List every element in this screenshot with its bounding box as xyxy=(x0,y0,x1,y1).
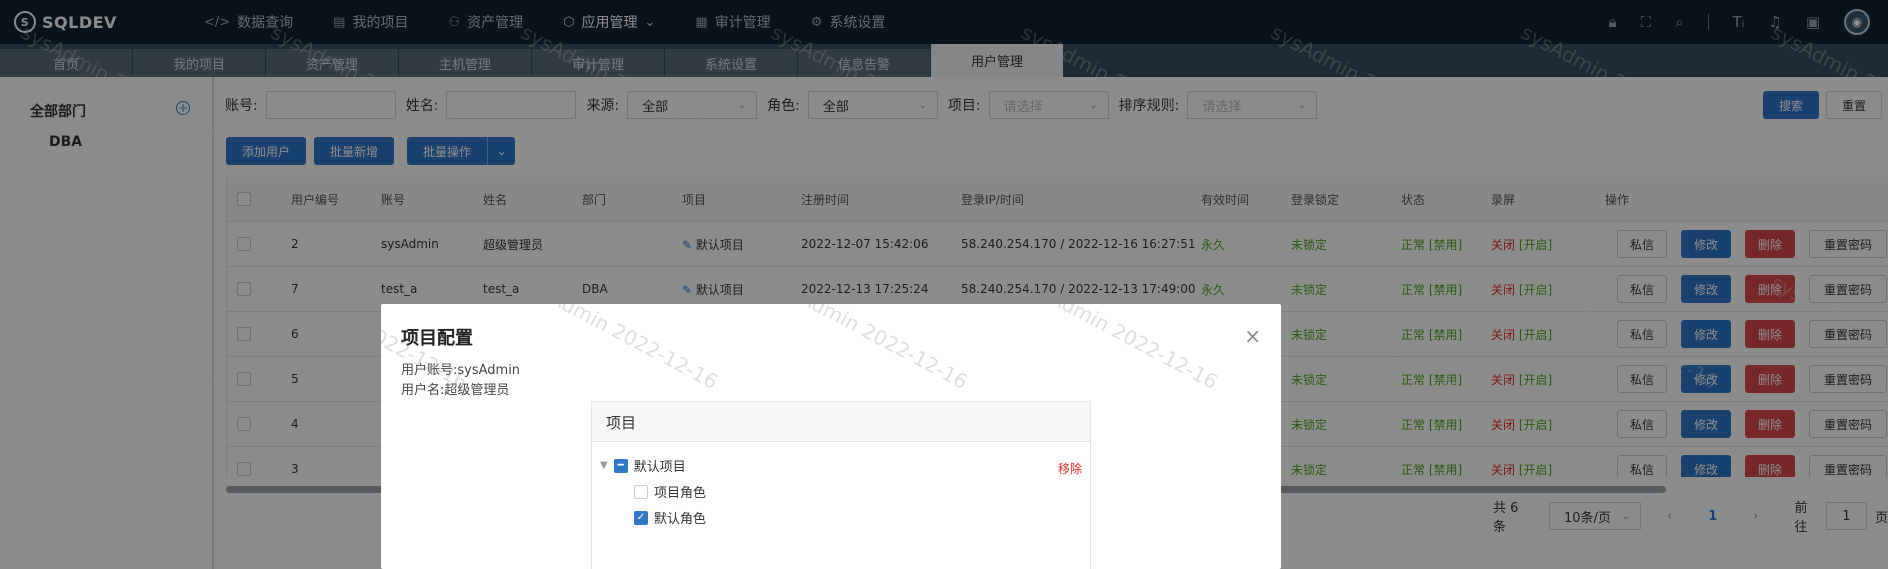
project-checkbox-indeterminate[interactable]: ━ xyxy=(613,458,628,473)
role-checkbox-checked[interactable]: ✓ xyxy=(634,510,648,525)
project-panel: 项目 ▼ ━ 默认项目 移除 项目角色 ✓ 默认角色 xyxy=(591,401,1091,569)
project-config-dialog: 项目配置 × 用户账号:sysAdmin 用户名:超级管理员 项目 ▼ ━ 默认… xyxy=(381,304,1281,569)
tree-node-label: 默认角色 xyxy=(654,512,707,527)
caret-down-icon[interactable]: ▼ xyxy=(600,460,608,471)
role-checkbox[interactable] xyxy=(634,484,648,499)
tree-node-label: 项目角色 xyxy=(654,486,707,501)
dialog-title: 项目配置 xyxy=(401,328,473,349)
remove-project-link[interactable]: 移除 xyxy=(1058,460,1082,477)
tree-node-label: 默认项目 xyxy=(633,460,686,475)
project-panel-title: 项目 xyxy=(592,402,1090,442)
dialog-account: 用户账号:sysAdmin xyxy=(401,363,521,378)
close-icon[interactable]: × xyxy=(1244,324,1261,348)
dialog-username: 用户名:超级管理员 xyxy=(401,383,510,398)
tree-node-project-role[interactable]: 项目角色 xyxy=(634,482,706,501)
tree-node-default-project[interactable]: ▼ ━ 默认项目 xyxy=(600,456,686,475)
tree-node-default-role[interactable]: ✓ 默认角色 xyxy=(634,508,706,527)
